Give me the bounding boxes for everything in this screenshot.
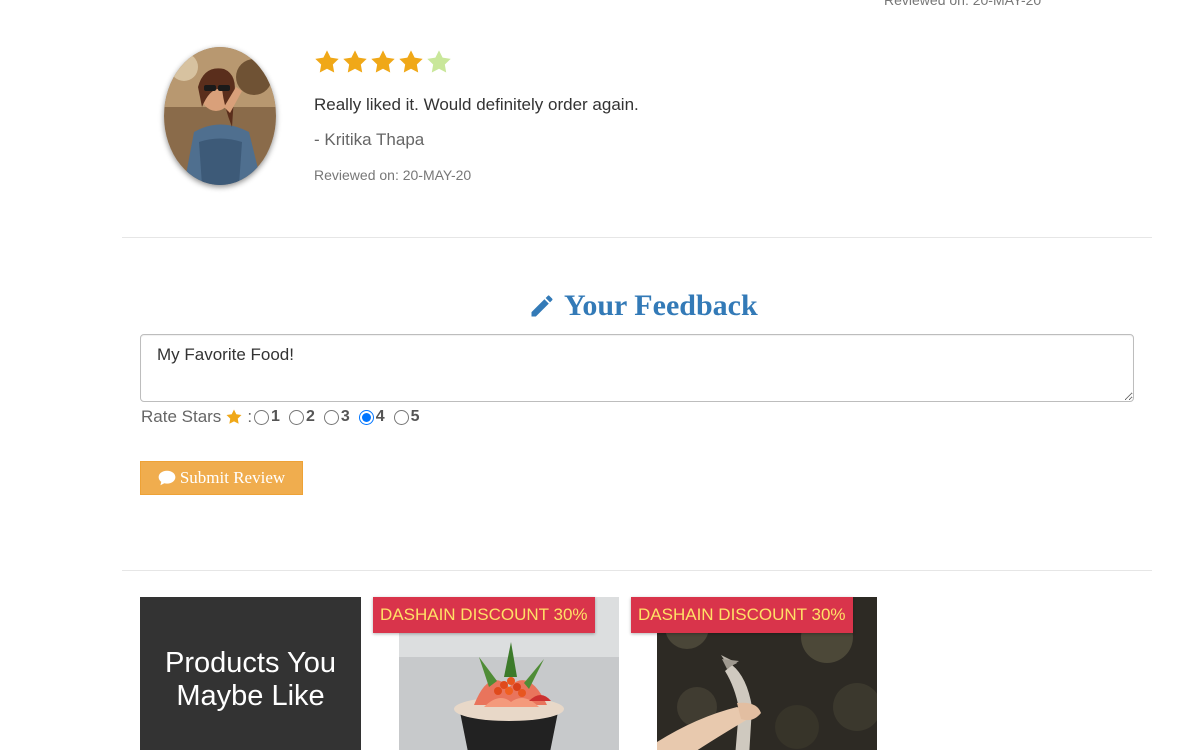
review-star-rating <box>313 48 453 80</box>
rating-radio-3[interactable] <box>323 409 339 425</box>
rating-option-4[interactable]: 4 <box>358 408 385 426</box>
rating-radio-5[interactable] <box>393 409 409 425</box>
rating-option-3[interactable]: 3 <box>323 408 350 426</box>
rating-option-label: 4 <box>375 408 385 425</box>
discount-badge: DASHAIN DISCOUNT 30% <box>631 597 853 633</box>
star-filled-icon <box>343 50 367 73</box>
rate-stars-label: Rate Stars <box>141 407 222 426</box>
rating-radio-4[interactable] <box>358 409 374 425</box>
rating-option-label: 1 <box>271 408 280 425</box>
rate-options: 1 2 3 4 5 <box>254 408 429 426</box>
feedback-textarea[interactable] <box>140 334 1134 402</box>
section-divider <box>122 570 1152 571</box>
discount-badge: DASHAIN DISCOUNT 30% <box>373 597 595 633</box>
products-heading-tile: Products You Maybe Like <box>140 597 361 750</box>
feedback-title: Your Feedback <box>528 288 758 324</box>
rating-option-5[interactable]: 5 <box>393 408 420 426</box>
products-heading: Products You Maybe Like <box>165 647 336 712</box>
star-filled-icon <box>315 50 339 73</box>
rating-option-label: 5 <box>410 408 420 425</box>
feedback-title-text: Your Feedback <box>564 289 758 322</box>
review-text: Really liked it. Would definitely order … <box>314 95 639 114</box>
rating-radio-1[interactable] <box>254 409 270 425</box>
star-filled-icon <box>399 50 423 73</box>
pencil-icon <box>531 295 553 317</box>
rate-stars-row: Rate Stars : 1 2 3 4 5 <box>141 406 429 428</box>
rate-separator: : <box>247 407 253 426</box>
rating-option-2[interactable]: 2 <box>288 408 315 426</box>
reviewer-avatar <box>164 47 276 185</box>
rating-option-1[interactable]: 1 <box>254 408 280 426</box>
review-date: Reviewed on: 20-MAY-20 <box>314 167 472 183</box>
star-icon <box>226 409 242 424</box>
section-divider <box>122 237 1152 238</box>
review-author: - Kritika Thapa <box>314 130 425 149</box>
rating-option-label: 2 <box>305 408 315 425</box>
review-card: Really liked it. Would definitely order … <box>0 0 1202 238</box>
product-card[interactable]: DASHAIN DISCOUNT 30% <box>631 597 877 750</box>
star-empty-icon <box>427 50 451 73</box>
rating-option-label: 3 <box>340 408 350 425</box>
submit-review-button[interactable]: Submit Review <box>140 461 303 495</box>
submit-review-label: Submit Review <box>179 468 286 487</box>
rating-radio-2[interactable] <box>288 409 304 425</box>
comment-icon <box>158 470 176 486</box>
star-filled-icon <box>371 50 395 73</box>
product-card[interactable]: DASHAIN DISCOUNT 30% <box>373 597 619 750</box>
